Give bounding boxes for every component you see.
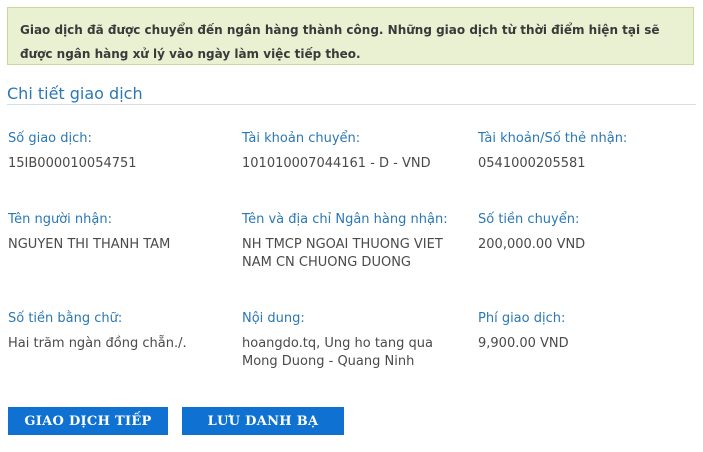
- from-account-value: 101010007044161 - D - VND: [242, 156, 431, 171]
- save-contact-button[interactable]: LƯU DANH BẠ: [182, 407, 344, 435]
- recipient-bank-label: Tên và địa chỉ Ngân hàng nhận:: [242, 212, 448, 227]
- amount-words-field: Số tiền bằng chữ: Hai trăm ngàn đồng chẵ…: [8, 310, 228, 353]
- transaction-id-label: Số giao dịch:: [8, 131, 92, 146]
- amount-value: 200,000.00 VND: [478, 237, 586, 252]
- content-label: Nội dung:: [242, 311, 305, 326]
- from-account-field: Tài khoản chuyển: 101010007044161 - D - …: [242, 130, 462, 173]
- from-account-label: Tài khoản chuyển:: [242, 131, 361, 146]
- fee-label: Phí giao dịch:: [478, 311, 566, 326]
- recipient-bank-field: Tên và địa chỉ Ngân hàng nhận: NH TMCP N…: [242, 211, 462, 272]
- amount-field: Số tiền chuyển: 200,000.00 VND: [478, 211, 698, 254]
- content-value: hoangdo.tq, Ung ho tang qua Mong Duong -…: [242, 336, 433, 369]
- transaction-id-field: Số giao dịch: 15IB000010054751: [8, 130, 228, 173]
- content-field: Nội dung: hoangdo.tq, Ung ho tang qua Mo…: [242, 310, 462, 371]
- amount-words-value: Hai trăm ngàn đồng chẵn./.: [8, 336, 187, 351]
- to-account-label: Tài khoản/Số thẻ nhận:: [478, 131, 628, 146]
- success-notice: Giao dịch đã được chuyển đến ngân hàng t…: [7, 7, 694, 65]
- to-account-value: 0541000205581: [478, 156, 586, 171]
- amount-label: Số tiền chuyển:: [478, 212, 580, 227]
- transaction-id-value: 15IB000010054751: [8, 156, 137, 171]
- continue-transaction-button[interactable]: GIAO DỊCH TIẾP: [8, 407, 168, 435]
- success-notice-text: Giao dịch đã được chuyển đến ngân hàng t…: [20, 23, 660, 61]
- to-account-field: Tài khoản/Số thẻ nhận: 0541000205581: [478, 130, 698, 173]
- recipient-name-field: Tên người nhận: NGUYEN THI THANH TAM: [8, 211, 228, 254]
- fee-field: Phí giao dịch: 9,900.00 VND: [478, 310, 698, 353]
- recipient-name-label: Tên người nhận:: [8, 212, 112, 227]
- section-divider: [7, 104, 696, 105]
- fee-value: 9,900.00 VND: [478, 336, 569, 351]
- recipient-name-value: NGUYEN THI THANH TAM: [8, 237, 171, 252]
- amount-words-label: Số tiền bằng chữ:: [8, 311, 123, 326]
- recipient-bank-value: NH TMCP NGOAI THUONG VIET NAM CN CHUONG …: [242, 237, 443, 270]
- section-title: Chi tiết giao dịch: [7, 84, 143, 103]
